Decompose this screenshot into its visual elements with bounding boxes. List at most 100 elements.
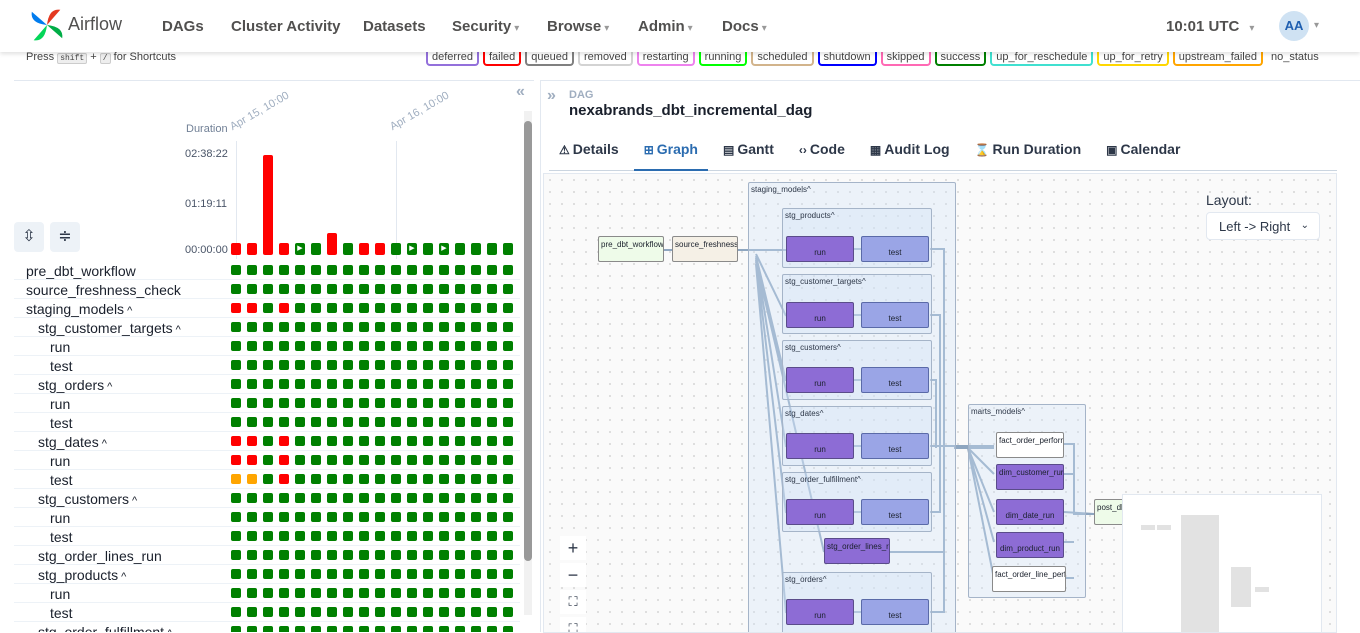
- task-instance-cell[interactable]: [423, 341, 433, 351]
- task-instance-cell[interactable]: [503, 303, 513, 313]
- run-bar[interactable]: ▶: [439, 243, 449, 255]
- task-instance-cell[interactable]: [247, 550, 257, 560]
- tab-gantt[interactable]: ▤ Gantt: [713, 133, 784, 171]
- task-instance-cell[interactable]: [279, 569, 289, 579]
- task-instance-cell[interactable]: [327, 531, 337, 541]
- task-instance-cell[interactable]: [295, 569, 305, 579]
- run-bar[interactable]: [311, 243, 321, 255]
- task-instance-cell[interactable]: [471, 322, 481, 332]
- task-instance-cell[interactable]: [359, 569, 369, 579]
- task-label[interactable]: stg_customer_targets ^: [38, 320, 181, 336]
- task-instance-cell[interactable]: [487, 493, 497, 503]
- task-instance-cell[interactable]: [407, 341, 417, 351]
- node-test[interactable]: test: [861, 599, 929, 625]
- task-instance-cell[interactable]: [343, 436, 353, 446]
- task-instance-cell[interactable]: [375, 265, 385, 275]
- task-instance-cell[interactable]: [231, 550, 241, 560]
- task-instance-cell[interactable]: [263, 474, 273, 484]
- task-instance-cell[interactable]: [471, 493, 481, 503]
- task-instance-cell[interactable]: [263, 626, 273, 632]
- task-label[interactable]: test: [50, 472, 73, 488]
- task-instance-cell[interactable]: [279, 512, 289, 522]
- task-instance-cell[interactable]: [471, 512, 481, 522]
- brand-name[interactable]: Airflow: [68, 14, 122, 35]
- status-chip-shutdown[interactable]: shutdown: [817, 50, 877, 66]
- task-instance-cell[interactable]: [471, 607, 481, 617]
- task-instance-cell[interactable]: [263, 569, 273, 579]
- task-instance-cell[interactable]: [487, 550, 497, 560]
- task-instance-cell[interactable]: [295, 341, 305, 351]
- task-instance-cell[interactable]: [375, 569, 385, 579]
- task-instance-cell[interactable]: [311, 550, 321, 560]
- task-instance-cell[interactable]: [263, 607, 273, 617]
- task-instance-cell[interactable]: [295, 322, 305, 332]
- task-instance-cell[interactable]: [311, 607, 321, 617]
- task-label[interactable]: run: [50, 396, 70, 412]
- run-bar[interactable]: [279, 243, 289, 255]
- task-instance-cell[interactable]: [471, 265, 481, 275]
- task-instance-cell[interactable]: [279, 398, 289, 408]
- task-instance-cell[interactable]: [375, 398, 385, 408]
- node-run[interactable]: run: [786, 367, 854, 393]
- task-instance-cell[interactable]: [487, 626, 497, 632]
- task-instance-cell[interactable]: [391, 455, 401, 465]
- node-fact-order-performance[interactable]: fact_order_performance˅: [996, 432, 1064, 458]
- task-instance-cell[interactable]: [503, 284, 513, 294]
- task-instance-cell[interactable]: [391, 550, 401, 560]
- task-label[interactable]: run: [50, 586, 70, 602]
- task-label[interactable]: stg_orders ^: [38, 377, 112, 393]
- status-chip-success[interactable]: success: [934, 50, 987, 66]
- task-instance-cell[interactable]: [391, 512, 401, 522]
- task-instance-cell[interactable]: [375, 360, 385, 370]
- task-instance-cell[interactable]: [263, 265, 273, 275]
- collapse-all-button[interactable]: ≑: [50, 222, 80, 252]
- dag-title[interactable]: nexabrands_dbt_incremental_dag: [569, 102, 812, 119]
- node-test[interactable]: test: [861, 302, 929, 328]
- status-chip-restarting[interactable]: restarting: [636, 50, 695, 66]
- task-instance-cell[interactable]: [327, 569, 337, 579]
- task-instance-cell[interactable]: [231, 322, 241, 332]
- task-instance-cell[interactable]: [343, 607, 353, 617]
- task-instance-cell[interactable]: [391, 626, 401, 632]
- run-bar[interactable]: [327, 233, 337, 255]
- task-instance-cell[interactable]: [327, 322, 337, 332]
- task-instance-cell[interactable]: [487, 284, 497, 294]
- task-instance-cell[interactable]: [247, 626, 257, 632]
- task-row[interactable]: pre_dbt_workflow: [14, 261, 520, 280]
- task-instance-cell[interactable]: [343, 569, 353, 579]
- task-instance-cell[interactable]: [471, 588, 481, 598]
- task-instance-cell[interactable]: [391, 379, 401, 389]
- tab-code[interactable]: ‹› Code: [789, 133, 855, 171]
- task-instance-cell[interactable]: [439, 474, 449, 484]
- task-instance-cell[interactable]: [487, 265, 497, 275]
- task-instance-cell[interactable]: [503, 265, 513, 275]
- node-test[interactable]: test: [861, 236, 929, 262]
- expand-all-button[interactable]: ⇳: [14, 222, 44, 252]
- task-instance-cell[interactable]: [311, 303, 321, 313]
- run-bar[interactable]: [487, 243, 497, 255]
- node-run[interactable]: run: [786, 236, 854, 262]
- task-instance-cell[interactable]: [343, 303, 353, 313]
- task-instance-cell[interactable]: [423, 417, 433, 427]
- task-label[interactable]: test: [50, 605, 73, 621]
- double-chevron-left-icon[interactable]: «: [516, 83, 525, 101]
- task-row[interactable]: run: [14, 508, 520, 527]
- task-instance-cell[interactable]: [279, 550, 289, 560]
- task-instance-cell[interactable]: [311, 265, 321, 275]
- node-pre-dbt-workflow[interactable]: pre_dbt_workflow: [598, 236, 664, 262]
- task-instance-cell[interactable]: [311, 493, 321, 503]
- task-instance-cell[interactable]: [407, 379, 417, 389]
- task-instance-cell[interactable]: [471, 474, 481, 484]
- task-instance-cell[interactable]: [407, 531, 417, 541]
- task-instance-cell[interactable]: [407, 493, 417, 503]
- task-instance-cell[interactable]: [359, 493, 369, 503]
- task-instance-cell[interactable]: [231, 303, 241, 313]
- task-instance-cell[interactable]: [439, 550, 449, 560]
- tab-run-duration[interactable]: ⌛ Run Duration: [965, 133, 1092, 171]
- task-label[interactable]: stg_dates ^: [38, 434, 107, 450]
- task-instance-cell[interactable]: [295, 379, 305, 389]
- task-instance-cell[interactable]: [311, 341, 321, 351]
- task-instance-cell[interactable]: [311, 398, 321, 408]
- node-dim-customer-run[interactable]: dim_customer_run: [996, 464, 1064, 490]
- chevron-up-icon[interactable]: ^: [102, 438, 107, 450]
